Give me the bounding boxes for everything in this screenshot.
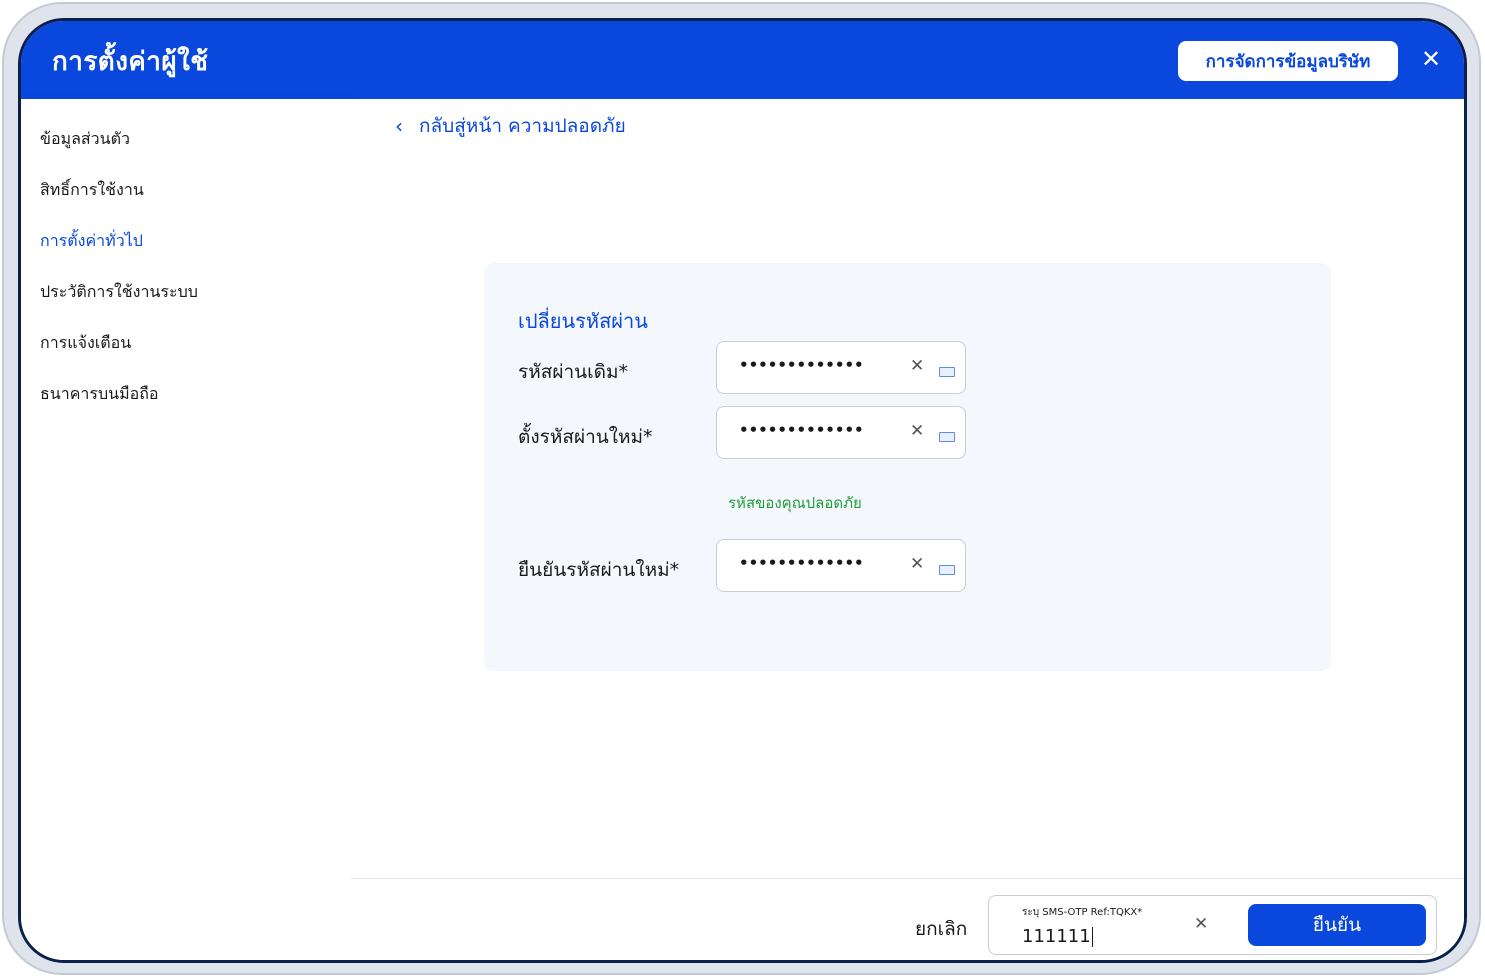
new-password-value: ••••••••••••• — [739, 421, 864, 439]
text-caret — [1091, 927, 1093, 947]
new-password-label: ตั้งรหัสผ่านใหม่* — [518, 426, 653, 448]
card-title: เปลี่ยนรหัสผ่าน — [518, 309, 648, 333]
sidebar: ข้อมูลส่วนตัว สิทธิ์การใช้งาน การตั้งค่า… — [21, 99, 351, 960]
new-password-field[interactable]: ••••••••••••• ✕ — [716, 406, 966, 459]
keyboard-icon[interactable] — [939, 367, 955, 377]
sidebar-item-mobile-banking[interactable]: ธนาคารบนมือถือ — [40, 382, 159, 407]
back-link-label: กลับสู่หน้า ความปลอดภัย — [419, 115, 626, 137]
cancel-button[interactable]: ยกเลิก — [915, 914, 967, 944]
confirm-button[interactable]: ยืนยัน — [1248, 904, 1426, 946]
confirm-password-value: ••••••••••••• — [739, 554, 864, 572]
otp-input-value: 111111 — [1022, 926, 1091, 947]
app-window: การตั้งค่าผู้ใช้ การจัดการข้อมูลบริษัท ✕… — [18, 18, 1467, 963]
old-password-value: ••••••••••••• — [739, 356, 864, 374]
main-content: ‹ กลับสู่หน้า ความปลอดภัย เปลี่ยนรหัสผ่า… — [351, 99, 1464, 960]
close-icon[interactable]: ✕ — [1417, 45, 1445, 73]
clear-icon[interactable]: ✕ — [910, 554, 924, 574]
confirm-password-label: ยืนยันรหัสผ่านใหม่* — [518, 559, 680, 581]
sidebar-item-permissions[interactable]: สิทธิ์การใช้งาน — [40, 178, 144, 203]
old-password-field[interactable]: ••••••••••••• ✕ — [716, 341, 966, 394]
otp-input[interactable]: 111111 — [1022, 926, 1093, 947]
chevron-left-icon: ‹ — [395, 114, 403, 138]
app-header: การตั้งค่าผู้ใช้ การจัดการข้อมูลบริษัท ✕ — [21, 21, 1464, 99]
clear-icon[interactable]: ✕ — [910, 421, 924, 441]
keyboard-icon[interactable] — [939, 565, 955, 575]
clear-icon[interactable]: ✕ — [910, 356, 924, 376]
sidebar-item-general-settings[interactable]: การตั้งค่าทั่วไป — [40, 229, 143, 254]
otp-container: ระบุ SMS-OTP Ref:TQKX* 111111 ✕ ยืนยัน — [988, 895, 1437, 955]
change-password-card: เปลี่ยนรหัสผ่าน รหัสผ่านเดิม* ••••••••••… — [484, 263, 1331, 671]
company-data-button[interactable]: การจัดการข้อมูลบริษัท — [1178, 41, 1398, 81]
confirm-password-field[interactable]: ••••••••••••• ✕ — [716, 539, 966, 592]
sidebar-item-notifications[interactable]: การแจ้งเตือน — [40, 331, 131, 356]
password-strength-hint: รหัสของคุณปลอดภัย — [728, 494, 862, 512]
back-to-security-link[interactable]: ‹ กลับสู่หน้า ความปลอดภัย — [395, 111, 626, 141]
keyboard-icon[interactable] — [939, 432, 955, 442]
old-password-label: รหัสผ่านเดิม* — [518, 361, 628, 383]
clear-icon[interactable]: ✕ — [1194, 914, 1208, 934]
sidebar-item-personal-info[interactable]: ข้อมูลส่วนตัว — [40, 127, 130, 152]
sidebar-item-usage-history[interactable]: ประวัติการใช้งานระบบ — [40, 280, 198, 305]
page-title: การตั้งค่าผู้ใช้ — [52, 47, 209, 77]
otp-field-label: ระบุ SMS-OTP Ref:TQKX* — [1022, 907, 1143, 918]
footer-bar: ยกเลิก ระบุ SMS-OTP Ref:TQKX* 111111 ✕ ย… — [351, 878, 1464, 960]
